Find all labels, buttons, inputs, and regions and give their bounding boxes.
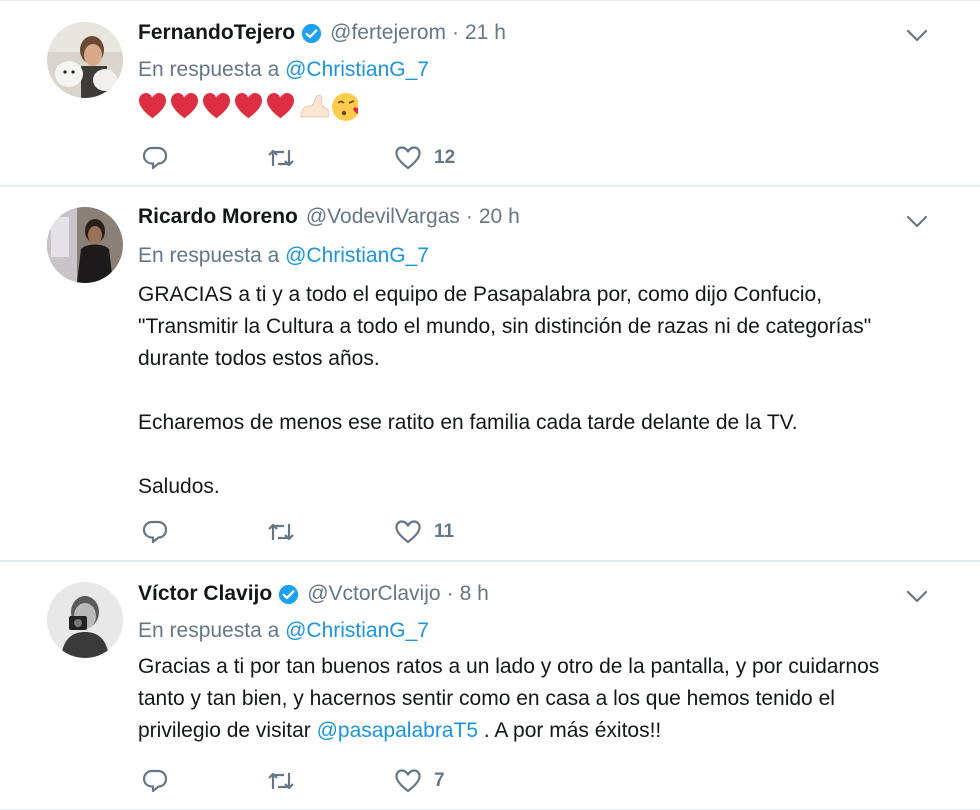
timestamp[interactable]: 21 h xyxy=(465,21,506,45)
like-button[interactable]: 12 xyxy=(394,143,455,173)
tweet-header: Ricardo Moreno @VodevilVargas · 20 h xyxy=(138,203,520,231)
tweet-text: GRACIAS a ti y a todo el equipo de Pasap… xyxy=(138,283,872,498)
tweet-text: Gracias a ti por tan buenos ratos a un l… xyxy=(138,651,958,747)
reply-context: En respuesta a @ChristianG_7 xyxy=(138,244,429,268)
verified-badge-icon xyxy=(302,23,322,43)
separator-dot: · xyxy=(446,582,454,605)
reply-mention-link[interactable]: @ChristianG_7 xyxy=(285,619,429,642)
timestamp[interactable]: 8 h xyxy=(460,582,489,606)
reply-button[interactable] xyxy=(141,143,169,173)
reply-button[interactable] xyxy=(141,766,169,796)
avatar[interactable] xyxy=(47,582,123,658)
like-count: 7 xyxy=(434,770,445,791)
avatar[interactable] xyxy=(47,22,123,98)
reply-icon xyxy=(142,769,168,793)
tweet-header: FernandoTejero @fertejerom · 21 h xyxy=(138,19,506,47)
tweet-1[interactable]: FernandoTejero @fertejerom · 21 h En res… xyxy=(0,0,980,186)
chevron-down-icon[interactable] xyxy=(906,29,928,43)
reply-context: En respuesta a @ChristianG_7 xyxy=(138,58,429,82)
heart-icon xyxy=(395,769,421,793)
reply-context: En respuesta a @ChristianG_7 xyxy=(138,619,429,643)
reply-prefix: En respuesta a xyxy=(138,619,280,642)
heart-icon xyxy=(395,146,421,170)
tweet-text-end: . A por más éxitos!! xyxy=(478,719,662,742)
chevron-down-icon[interactable] xyxy=(906,590,928,604)
display-name[interactable]: Ricardo Moreno xyxy=(138,205,298,229)
timestamp[interactable]: 20 h xyxy=(479,205,520,229)
verified-badge-icon xyxy=(279,584,299,604)
mention-link[interactable]: @pasapalabraT5 xyxy=(317,719,478,742)
separator-dot: · xyxy=(452,21,459,44)
retweet-button[interactable] xyxy=(267,517,295,547)
reply-icon xyxy=(142,520,168,544)
display-name[interactable]: Víctor Clavijo xyxy=(138,582,272,606)
emoji-hearts-flex-kiss-icon xyxy=(139,93,358,121)
like-button[interactable]: 7 xyxy=(394,766,445,796)
tweet-2[interactable]: Ricardo Moreno @VodevilVargas · 20 h En … xyxy=(0,186,980,561)
tweet-header: Víctor Clavijo @VctorClavijo · 8 h xyxy=(138,580,489,608)
like-count: 11 xyxy=(434,521,455,542)
retweet-icon xyxy=(268,523,294,541)
retweet-button[interactable] xyxy=(267,766,295,796)
like-button[interactable]: 11 xyxy=(394,517,454,547)
user-handle[interactable]: @VodevilVargas xyxy=(306,205,460,229)
reply-button[interactable] xyxy=(141,517,169,547)
like-count: 12 xyxy=(434,147,456,168)
reply-icon xyxy=(142,146,168,170)
avatar[interactable] xyxy=(47,207,123,283)
reply-prefix: En respuesta a xyxy=(138,244,280,267)
user-handle[interactable]: @fertejerom xyxy=(330,21,446,45)
display-name[interactable]: FernandoTejero xyxy=(138,21,295,45)
tweet-3[interactable]: Víctor Clavijo @VctorClavijo · 8 h En re… xyxy=(0,561,980,810)
retweet-icon xyxy=(268,149,294,167)
user-handle[interactable]: @VctorClavijo xyxy=(307,582,440,606)
heart-icon xyxy=(395,520,421,544)
tweet-text xyxy=(138,91,358,123)
retweet-button[interactable] xyxy=(267,143,295,173)
separator-dot: · xyxy=(465,205,473,228)
reply-mention-link[interactable]: @ChristianG_7 xyxy=(285,58,429,81)
reply-mention-link[interactable]: @ChristianG_7 xyxy=(285,244,429,267)
retweet-icon xyxy=(268,772,294,790)
reply-prefix: En respuesta a xyxy=(138,58,280,81)
chevron-down-icon[interactable] xyxy=(906,215,928,229)
